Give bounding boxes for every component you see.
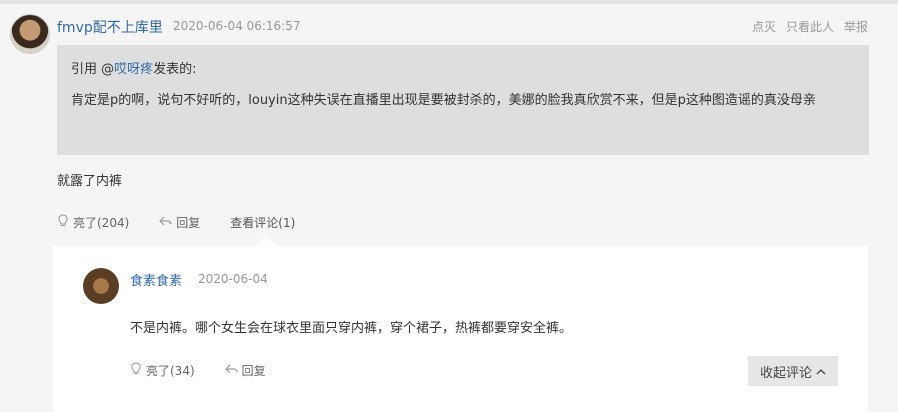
comment-text: 不是内裤。哪个女生会在球衣里面只穿内裤，穿个裙子，热裤都要穿安全裤。 xyxy=(130,321,573,336)
post-action-bar: 亮了(204) 回复 查看评论(1) xyxy=(57,214,325,231)
post-timestamp: 2020-06-04 06:16:57 xyxy=(173,19,301,33)
collapse-comments-button[interactable]: 收起评论 xyxy=(748,356,838,386)
reply-label: 回复 xyxy=(176,216,201,230)
chevron-up-icon xyxy=(816,364,826,379)
reply-button[interactable]: 回复 xyxy=(159,214,200,231)
view-comments-button[interactable]: 查看评论(1) xyxy=(230,214,295,231)
comments-caret xyxy=(256,236,276,246)
lightbulb-icon xyxy=(130,362,142,379)
comment-date: 2020-06-04 xyxy=(198,272,268,286)
quote-author-link[interactable]: 哎呀疼 xyxy=(114,62,153,77)
comment-like-label: 亮了(34) xyxy=(146,364,195,378)
quote-suffix: 发表的: xyxy=(153,62,197,77)
collapse-label: 收起评论 xyxy=(759,365,812,381)
comment-avatar[interactable] xyxy=(83,268,119,304)
view-comments-label: 查看评论(1) xyxy=(230,216,296,230)
comment-username[interactable]: 食素食素 xyxy=(130,270,182,289)
comment-reply-label: 回复 xyxy=(241,364,266,378)
reply-arrow-icon xyxy=(159,215,172,231)
quote-text: 肯定是p的啊，说句不好听的，louyin这种失误在直播里出现是要被封杀的，美娜的… xyxy=(71,93,816,108)
quote-prefix: 引用 @ xyxy=(71,62,115,77)
top-divider xyxy=(0,0,898,4)
like-button[interactable]: 亮了(204) xyxy=(57,214,129,231)
comment-action-bar: 亮了(34) 回复 xyxy=(130,362,296,379)
report-link[interactable]: 举报 xyxy=(844,18,868,35)
like-label: 亮了(204) xyxy=(73,216,130,230)
reply-arrow-icon xyxy=(224,363,238,379)
post-actions: 点灭 只看此人 举报 xyxy=(752,18,868,35)
dislike-link[interactable]: 点灭 xyxy=(752,18,776,35)
quote-block: 引用 @哎呀疼发表的: 肯定是p的啊，说句不好听的，louyin这种失误在直播里… xyxy=(57,45,869,155)
post-username[interactable]: fmvp配不上库里 xyxy=(57,17,163,37)
quote-header: 引用 @哎呀疼发表的: xyxy=(71,58,197,77)
post-body: 就露了内裤 xyxy=(57,174,123,189)
comment-like-button[interactable]: 亮了(34) xyxy=(130,362,195,379)
lightbulb-icon xyxy=(57,214,69,231)
user-avatar[interactable] xyxy=(10,14,50,54)
only-this-user-link[interactable]: 只看此人 xyxy=(786,18,834,35)
comment-reply-button[interactable]: 回复 xyxy=(224,362,266,379)
